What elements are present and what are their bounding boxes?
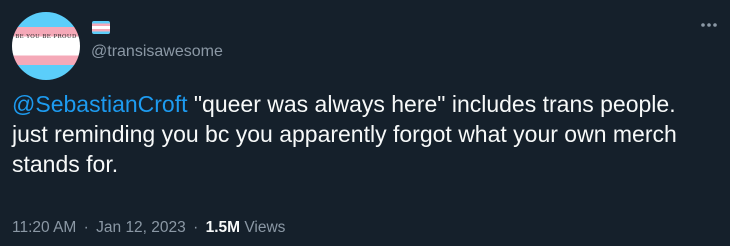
meta-separator: ·	[83, 219, 89, 236]
tweet-card: BE YOU BE PROUD @transisawesome @Sebasti…	[0, 0, 730, 246]
tweet-meta: 11:20 AM · Jan 12, 2023 · 1.5M Views	[12, 219, 285, 237]
views-count[interactable]: 1.5M	[206, 219, 240, 236]
transgender-flag-emoji-icon	[92, 21, 110, 34]
meta-separator: ·	[193, 219, 199, 236]
tweet-date[interactable]: Jan 12, 2023	[96, 219, 186, 236]
tweet-text: @SebastianCroft "queer was always here" …	[12, 89, 712, 179]
avatar-caption: BE YOU BE PROUD	[15, 34, 77, 40]
mention-link[interactable]: @SebastianCroft	[12, 91, 188, 117]
author-handle[interactable]: @transisawesome	[91, 43, 223, 61]
more-options-button[interactable]	[694, 13, 724, 37]
views-label: Views	[244, 219, 286, 236]
more-horizontal-icon	[701, 23, 717, 27]
avatar[interactable]: BE YOU BE PROUD	[12, 12, 80, 80]
tweet-time[interactable]: 11:20 AM	[12, 219, 76, 236]
